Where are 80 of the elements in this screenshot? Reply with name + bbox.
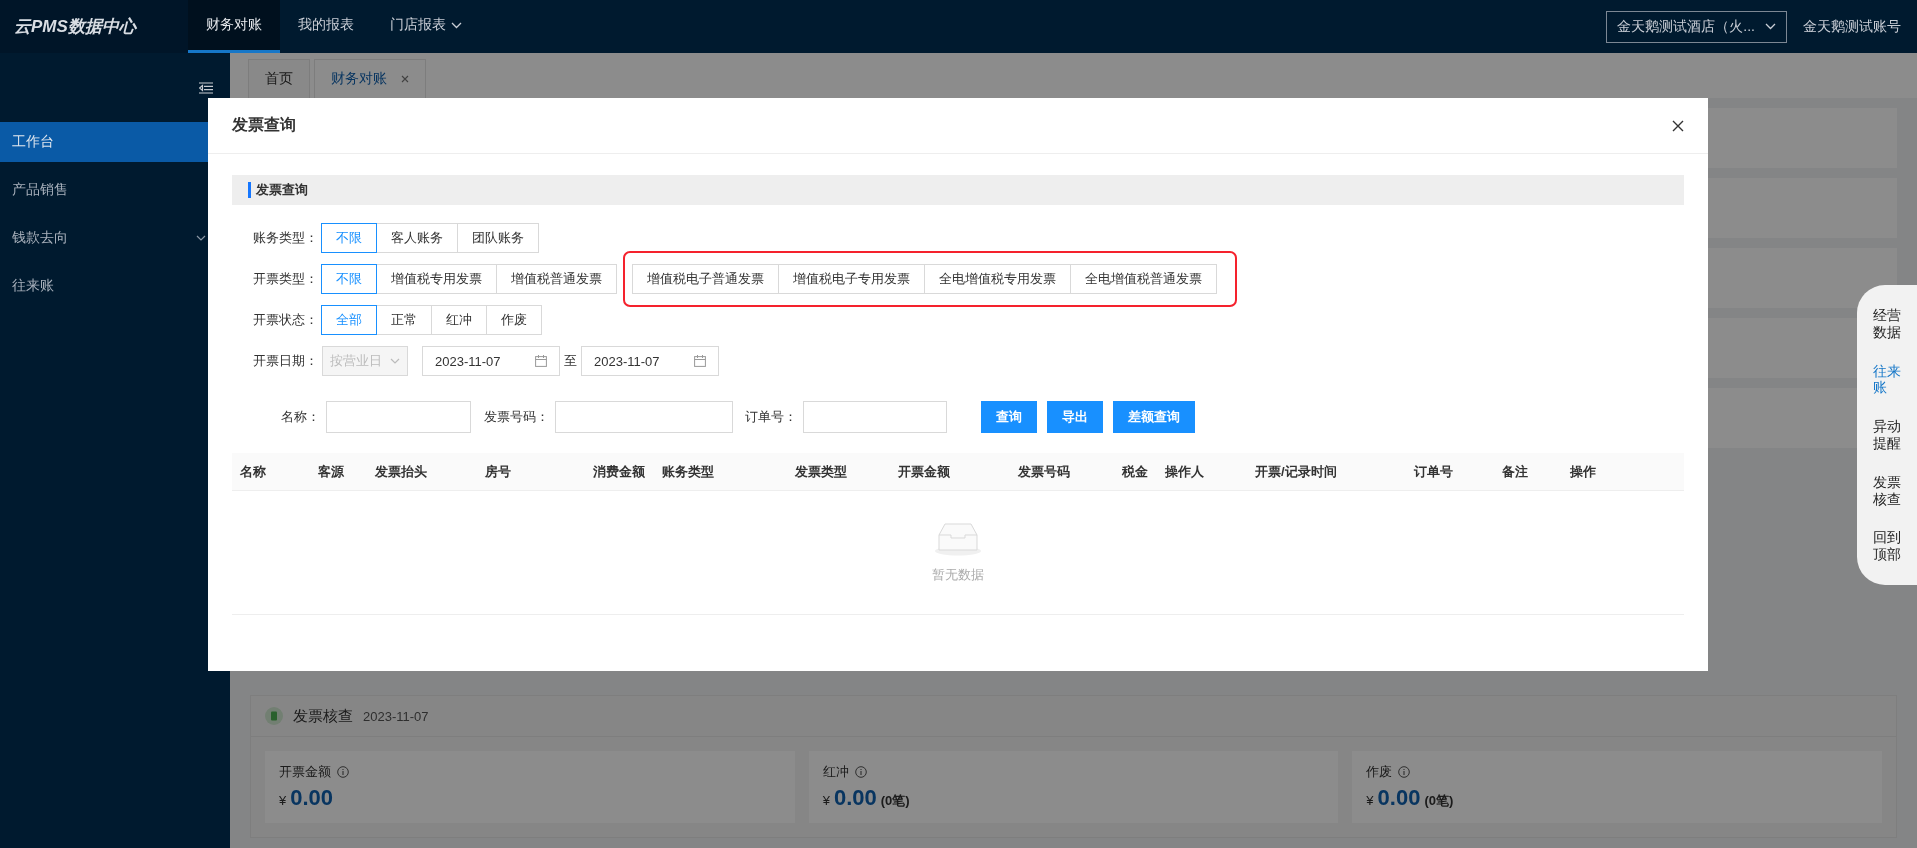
document-icon bbox=[265, 707, 283, 725]
input-field[interactable] bbox=[555, 401, 733, 433]
option-button[interactable]: 作废 bbox=[486, 305, 542, 335]
empty-text: 暂无数据 bbox=[932, 565, 984, 584]
hotel-select[interactable]: 金天鹅测试酒店（火... bbox=[1606, 10, 1787, 43]
stat-label: 作废 bbox=[1366, 763, 1393, 781]
filter-label: 账务类型： bbox=[252, 229, 319, 247]
nav-tab[interactable]: 我的报表 bbox=[280, 0, 372, 53]
page-tab[interactable]: 财务对账 bbox=[314, 59, 426, 98]
column-header[interactable]: 名称 bbox=[240, 462, 318, 481]
column-header[interactable]: 订单号 bbox=[1414, 462, 1502, 481]
panel-date: 2023-11-07 bbox=[363, 708, 429, 724]
filter-label: 开票状态： bbox=[252, 311, 319, 329]
column-header[interactable]: 消费金额 bbox=[593, 462, 662, 481]
column-header[interactable]: 操作 bbox=[1570, 462, 1660, 481]
column-header[interactable]: 账务类型 bbox=[662, 462, 795, 481]
stat-amount: 0.00 bbox=[833, 785, 877, 811]
date-field[interactable]: 2023-11-07 bbox=[422, 346, 560, 376]
option-button[interactable]: 增值税专用发票 bbox=[376, 264, 497, 294]
calendar-icon bbox=[694, 355, 706, 367]
option-button[interactable]: 增值税电子普通发票 bbox=[632, 264, 779, 294]
currency-sign: ¥ bbox=[1366, 793, 1374, 808]
info-icon[interactable] bbox=[854, 766, 867, 778]
filter-label: 开票日期： bbox=[252, 352, 319, 370]
section-title: 发票查询 bbox=[255, 181, 308, 199]
stat-label: 开票金额 bbox=[279, 763, 331, 781]
stat-count: (0笔) bbox=[1424, 792, 1454, 810]
account-name[interactable]: 金天鹅测试账号 bbox=[1803, 17, 1901, 36]
column-header[interactable]: 房号 bbox=[485, 462, 593, 481]
stat-count: (0笔) bbox=[880, 792, 910, 810]
filter-label: 开票类型： bbox=[252, 270, 319, 288]
column-header[interactable]: 开票金额 bbox=[898, 462, 1018, 481]
column-header[interactable]: 备注 bbox=[1502, 462, 1570, 481]
input-field[interactable] bbox=[803, 401, 947, 433]
input-field[interactable] bbox=[326, 401, 471, 433]
field-label: 订单号： bbox=[744, 408, 798, 426]
field-label: 名称： bbox=[280, 408, 321, 426]
range-separator: 至 bbox=[564, 352, 577, 370]
column-header[interactable]: 发票抬头 bbox=[375, 462, 485, 481]
column-header[interactable]: 发票号码 bbox=[1018, 462, 1122, 481]
option-button[interactable]: 全电增值税普通发票 bbox=[1070, 264, 1217, 294]
close-icon[interactable] bbox=[1672, 119, 1684, 132]
column-header[interactable]: 操作人 bbox=[1165, 462, 1255, 481]
column-header[interactable]: 客源 bbox=[318, 462, 375, 481]
option-button[interactable]: 团队账务 bbox=[457, 223, 539, 253]
nav-tab[interactable]: 财务对账 bbox=[188, 0, 280, 53]
empty-inbox-icon bbox=[934, 521, 982, 556]
column-header[interactable]: 开票/记录时间 bbox=[1255, 462, 1414, 481]
option-button[interactable]: 客人账务 bbox=[376, 223, 458, 253]
chevron-icon bbox=[390, 358, 400, 364]
menu-fold-icon[interactable] bbox=[199, 81, 213, 94]
nav-tab[interactable]: 门店报表 bbox=[372, 0, 480, 53]
info-icon[interactable] bbox=[337, 766, 349, 778]
option-button[interactable]: 增值税电子专用发票 bbox=[778, 264, 925, 294]
option-button[interactable]: 正常 bbox=[376, 305, 432, 335]
page-tab[interactable]: 首页 bbox=[248, 59, 310, 98]
currency-sign: ¥ bbox=[279, 793, 287, 808]
floating-nav-item[interactable]: 回到顶部 bbox=[1873, 529, 1901, 563]
info-icon[interactable] bbox=[1398, 766, 1411, 778]
stat-amount: 0.00 bbox=[1377, 785, 1421, 811]
column-header[interactable]: 税金 bbox=[1122, 462, 1165, 481]
stat-label: 红冲 bbox=[822, 763, 849, 781]
option-button[interactable]: 全电增值税专用发票 bbox=[924, 264, 1071, 294]
floating-nav-item[interactable]: 经营数据 bbox=[1873, 307, 1901, 341]
dialog-title: 发票查询 bbox=[232, 115, 296, 135]
sidebar-item[interactable]: 钱款去向 bbox=[0, 218, 230, 258]
floating-nav-item[interactable]: 异动提醒 bbox=[1873, 418, 1901, 452]
logo: 云PMS数据中心 bbox=[0, 0, 188, 53]
option-button[interactable]: 增值税普通发票 bbox=[496, 264, 617, 294]
floating-nav-item[interactable]: 发票核查 bbox=[1873, 473, 1901, 508]
field-label: 发票号码： bbox=[483, 408, 550, 426]
chevron-icon bbox=[1765, 23, 1776, 30]
currency-sign: ¥ bbox=[822, 793, 830, 808]
calendar-icon bbox=[535, 355, 547, 367]
date-field[interactable]: 2023-11-07 bbox=[581, 346, 719, 376]
column-header[interactable]: 发票类型 bbox=[795, 462, 898, 481]
floating-nav-item[interactable]: 往来账 bbox=[1873, 362, 1901, 397]
stat-amount: 0.00 bbox=[290, 785, 334, 811]
option-button[interactable]: 红冲 bbox=[431, 305, 487, 335]
panel-title: 发票核查 bbox=[293, 706, 353, 726]
